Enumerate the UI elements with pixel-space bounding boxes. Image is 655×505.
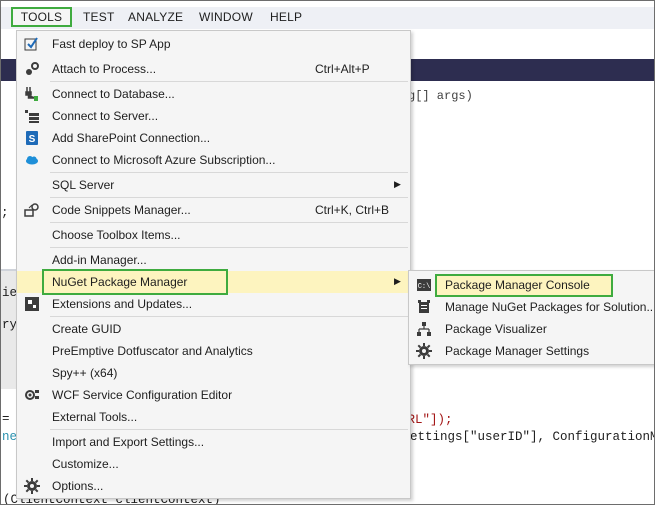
menu-separator [50, 172, 408, 173]
menu-item-connect-server[interactable]: Connect to Server... [17, 105, 410, 127]
menu-item-code-snippets-manager[interactable]: Code Snippets Manager... Ctrl+K, Ctrl+B [17, 199, 410, 221]
menu-item-external-tools[interactable]: External Tools... [17, 406, 410, 428]
code-line-settings: ettings["userID"], ConfigurationMan [410, 430, 655, 444]
menu-help[interactable]: HELP [270, 10, 302, 24]
svg-text:S: S [29, 134, 36, 145]
window-frame: TOOLS TEST ANALYZE WINDOW HELP g[] args)… [0, 0, 655, 505]
snippets-icon [24, 202, 40, 218]
menu-item-wcf-config-editor[interactable]: WCF Service Configuration Editor [17, 384, 410, 406]
menu-separator [50, 247, 408, 248]
wcf-config-icon [24, 387, 40, 403]
submenu-item-package-visualizer[interactable]: Package Visualizer [409, 318, 654, 340]
menu-item-connect-azure[interactable]: Connect to Microsoft Azure Subscription.… [17, 149, 410, 171]
menu-separator [50, 197, 408, 198]
menu-tools[interactable]: TOOLS [11, 7, 72, 27]
menu-separator [50, 81, 408, 82]
menu-item-attach-to-process[interactable]: Attach to Process... Ctrl+Alt+P [17, 58, 410, 80]
menu-item-import-export-settings[interactable]: Import and Export Settings... [17, 431, 410, 453]
svg-text:C:\: C:\ [418, 283, 431, 291]
code-fragment: = [2, 412, 10, 426]
menu-item-shortcut: Ctrl+Alt+P [315, 62, 370, 76]
menu-item-fast-deploy[interactable]: Fast deploy to SP App [17, 33, 410, 55]
menu-window[interactable]: WINDOW [199, 10, 253, 24]
menu-item-label: Attach to Process... [52, 62, 157, 76]
menu-item-label: External Tools... [52, 410, 138, 424]
menu-item-label: Spy++ (x64) [52, 366, 118, 380]
menu-item-label: Connect to Microsoft Azure Subscription.… [52, 153, 276, 167]
menu-item-label: SQL Server [52, 178, 115, 192]
menu-item-label: Manage NuGet Packages for Solution... [445, 300, 655, 314]
menu-separator [50, 222, 408, 223]
menu-item-label: Customize... [52, 457, 119, 471]
submenu-arrow-icon: ▶ [394, 179, 401, 189]
code-fragment: ne [2, 430, 18, 444]
menu-item-label: Package Visualizer [445, 322, 547, 336]
menu-item-label: Create GUID [52, 322, 122, 336]
editor-signature-fragment: g[] args) [408, 89, 473, 103]
azure-cloud-icon [24, 152, 40, 168]
menu-item-label: WCF Service Configuration Editor [52, 388, 233, 402]
console-icon: C:\ [416, 277, 432, 293]
menu-item-shortcut: Ctrl+K, Ctrl+B [315, 203, 390, 217]
menu-item-label: Extensions and Updates... [52, 297, 193, 311]
deploy-icon [24, 36, 40, 52]
menu-separator [50, 316, 408, 317]
menu-item-label: Package Manager Settings [445, 344, 590, 358]
submenu-item-manage-nuget-packages[interactable]: Manage NuGet Packages for Solution... [409, 296, 655, 318]
code-fragment: ie [2, 286, 18, 300]
attach-icon [24, 61, 40, 77]
menu-item-add-sharepoint-connection[interactable]: S Add SharePoint Connection... [17, 127, 410, 149]
nuget-packages-icon [416, 299, 432, 315]
menu-bar: TOOLS TEST ANALYZE WINDOW HELP [1, 7, 654, 29]
menu-item-customize[interactable]: Customize... [17, 453, 410, 475]
gear-icon [24, 478, 40, 494]
menu-separator [50, 429, 408, 430]
menu-item-label: Add SharePoint Connection... [52, 131, 211, 145]
menu-test[interactable]: TEST [83, 10, 114, 24]
tools-dropdown-menu: Fast deploy to SP App Attach to Process.… [16, 30, 411, 499]
menu-item-spy-plus-plus[interactable]: Spy++ (x64) [17, 362, 410, 384]
server-connect-icon [24, 108, 40, 124]
menu-item-label: Code Snippets Manager... [52, 203, 191, 217]
code-fragment: ry [2, 318, 18, 332]
menu-item-dotfuscator[interactable]: PreEmptive Dotfuscator and Analytics [17, 340, 410, 362]
database-connect-icon [24, 86, 40, 102]
nuget-submenu: C:\ Package Manager Console Manage NuGet… [408, 270, 655, 365]
menu-item-label: Connect to Server... [52, 109, 159, 123]
visualizer-icon [416, 321, 432, 337]
submenu-item-package-manager-console[interactable]: C:\ Package Manager Console [409, 274, 654, 296]
menu-item-connect-database[interactable]: Connect to Database... [17, 83, 410, 105]
menu-item-extensions-updates[interactable]: Extensions and Updates... [17, 293, 410, 315]
menu-analyze[interactable]: ANALYZE [128, 10, 183, 24]
menu-item-label: Package Manager Console [445, 278, 590, 292]
menu-item-label: Choose Toolbox Items... [52, 228, 181, 242]
menu-item-label: Fast deploy to SP App [52, 37, 171, 51]
menu-item-label: Options... [52, 479, 104, 493]
menu-item-choose-toolbox-items[interactable]: Choose Toolbox Items... [17, 224, 410, 246]
menu-item-label: Import and Export Settings... [52, 435, 205, 449]
menu-item-label: Connect to Database... [52, 87, 175, 101]
menu-item-label: Add-in Manager... [52, 253, 147, 267]
menu-item-add-in-manager[interactable]: Add-in Manager... [17, 249, 410, 271]
gear-icon [416, 343, 432, 359]
menu-item-label: PreEmptive Dotfuscator and Analytics [52, 344, 253, 358]
extensions-icon [24, 296, 40, 312]
sharepoint-icon: S [24, 130, 40, 146]
nuget-highlight-box [42, 269, 228, 295]
menu-item-create-guid[interactable]: Create GUID [17, 318, 410, 340]
submenu-item-package-manager-settings[interactable]: Package Manager Settings [409, 340, 654, 362]
submenu-arrow-icon: ▶ [394, 276, 401, 286]
menu-item-options[interactable]: Options... [17, 475, 410, 497]
code-fragment: ; [1, 206, 9, 220]
menu-item-sql-server[interactable]: SQL Server ▶ [17, 174, 410, 196]
